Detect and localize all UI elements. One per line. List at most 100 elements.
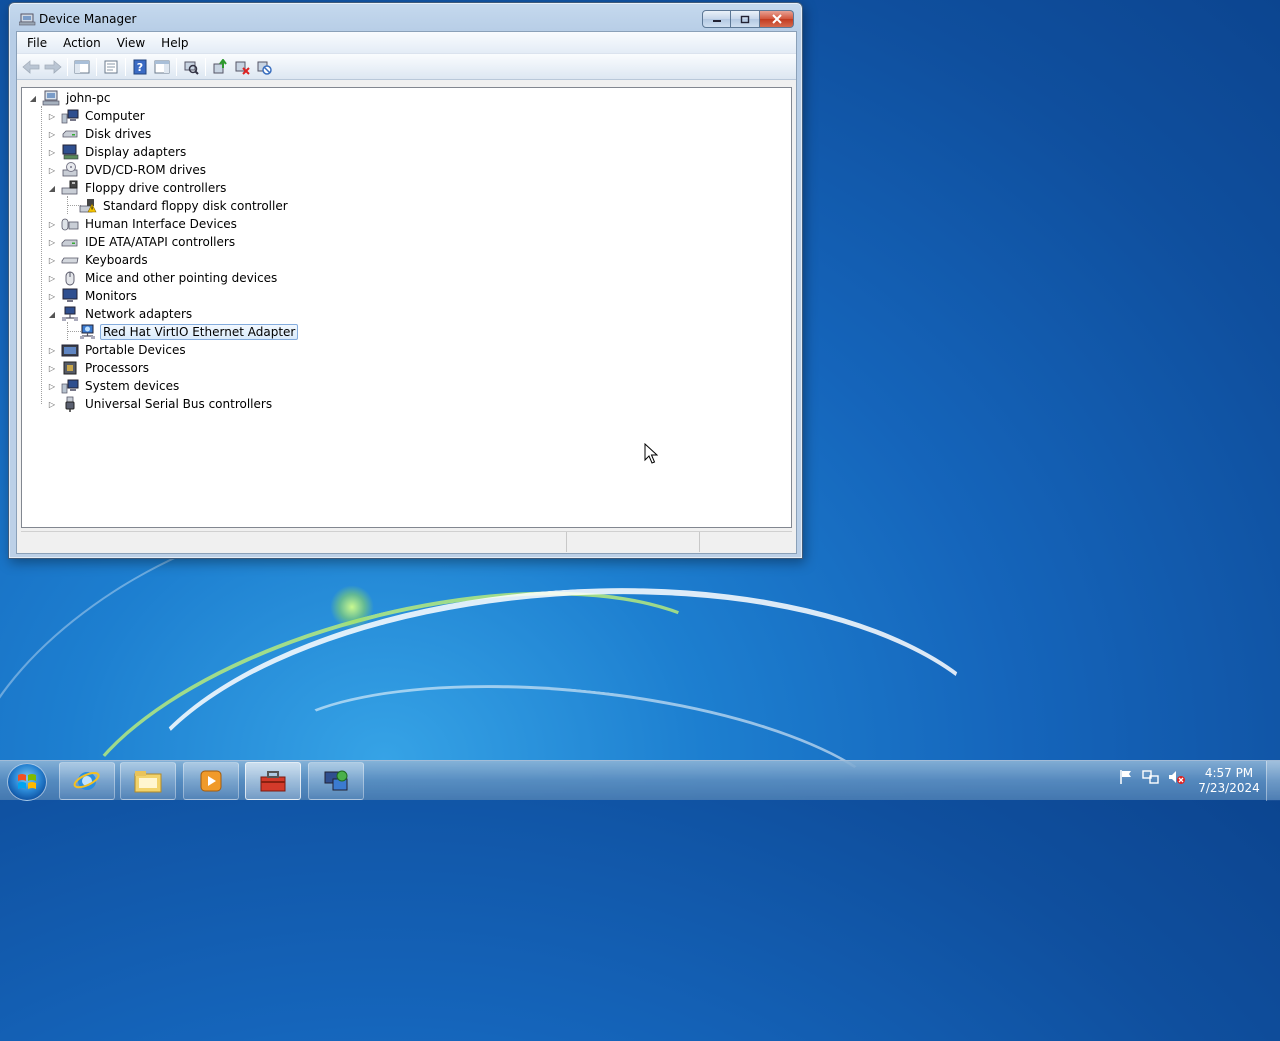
tree-node-processors[interactable]: ▷ Processors [47,359,152,377]
tree-node-monitors[interactable]: ▷ Monitors [47,287,140,305]
expand-arrow-icon[interactable]: ▷ [47,345,57,355]
svg-text:?: ? [137,61,143,74]
taskbar-media-player[interactable] [183,762,239,800]
disable-device-button[interactable] [253,57,275,77]
status-cell [21,532,567,552]
tree-node-portable-devices[interactable]: ▷ Portable Devices [47,341,189,359]
tree-node-computer[interactable]: ▷ Computer [47,107,148,125]
tree-device-floppy-disk-controller[interactable]: Standard floppy disk controller [75,197,291,215]
taskbar-network-sharing[interactable] [308,762,364,800]
menu-file[interactable]: File [19,34,55,52]
toolbar-separator [205,57,206,76]
media-player-icon [200,770,222,792]
network-icon[interactable] [1142,769,1160,785]
tree-node-network-adapters[interactable]: ◢ Network adapters [47,305,195,323]
menu-action[interactable]: Action [55,34,109,52]
properties-button[interactable] [100,57,122,77]
toolbar-separator [125,57,126,76]
tree-node-ide-controllers[interactable]: ▷ IDE ATA/ATAPI controllers [47,233,238,251]
collapse-arrow-icon[interactable]: ◢ [47,183,57,193]
tree-node-hid[interactable]: ▷ Human Interface Devices [47,215,240,233]
tree-node-label: System devices [85,379,180,393]
volume-muted-icon[interactable] [1168,769,1186,785]
window-title: Device Manager [39,12,137,26]
expand-arrow-icon[interactable]: ▷ [47,129,57,139]
expand-arrow-icon[interactable]: ▷ [47,381,57,391]
update-driver-icon [213,58,227,73]
tree-node-label: Network adapters [85,307,193,321]
computer-root-icon [42,90,60,106]
toolbar-separator [96,57,97,76]
tree-node-usb-controllers[interactable]: ▷ Universal Serial Bus controllers [47,395,275,413]
scan-hardware-button[interactable] [180,57,202,77]
disable-device-icon [257,61,272,75]
close-icon [771,14,782,24]
tree-node-keyboards[interactable]: ▷ Keyboards [47,251,151,269]
minimize-button[interactable] [702,10,731,28]
expand-arrow-icon[interactable]: ▷ [47,165,57,175]
tree-node-label: Disk drives [85,127,152,141]
processor-icon [61,360,79,376]
expand-arrow-icon[interactable]: ▷ [47,399,57,409]
computer-icon [61,108,79,124]
expand-arrow-icon[interactable]: ▷ [47,363,57,373]
maximize-button[interactable] [731,10,760,28]
tree-root[interactable]: ◢ john-pc [28,89,113,107]
mouse-cursor-icon [644,443,658,464]
properties-icon [104,60,118,73]
tree-node-mice[interactable]: ▷ Mice and other pointing devices [47,269,280,287]
update-driver-button[interactable] [209,57,231,77]
show-desktop-button[interactable] [1266,761,1280,801]
start-button[interactable] [7,763,47,801]
tree-device-virtio-ethernet[interactable]: Red Hat VirtIO Ethernet Adapter [75,323,299,341]
maximize-icon [740,15,750,23]
taskbar-internet-explorer[interactable] [59,762,115,800]
expand-arrow-icon[interactable]: ▷ [47,219,57,229]
portable-device-icon [61,342,79,358]
tree-node-display-adapters[interactable]: ▷ Display adapters [47,143,189,161]
clock-date: 7/23/2024 [1198,781,1260,795]
collapse-arrow-icon[interactable]: ◢ [47,309,57,319]
uninstall-button[interactable] [231,57,253,77]
taskbar-clock[interactable]: 4:57 PM 7/23/2024 [1195,766,1263,796]
tree-node-floppy-controllers[interactable]: ◢ Floppy drive controllers [47,179,229,197]
display-adapter-icon [61,144,79,160]
close-button[interactable] [760,10,794,28]
title-bar[interactable]: Device Manager [9,3,802,33]
taskbar-toolbox[interactable] [245,762,301,800]
dvd-drive-icon [61,162,79,178]
menu-bar: File Action View Help [17,32,796,54]
menu-view[interactable]: View [109,34,153,52]
tree-node-label: Human Interface Devices [85,217,237,231]
toolbar-separator [176,57,177,76]
help-button[interactable]: ? [129,57,151,77]
forward-button[interactable] [42,57,64,77]
back-arrow-icon [22,59,40,74]
console-tree-button[interactable] [71,57,93,77]
help-icon: ? [133,59,147,74]
tree-node-disk-drives[interactable]: ▷ Disk drives [47,125,154,143]
expand-arrow-icon[interactable]: ▷ [47,255,57,265]
expand-arrow-icon[interactable]: ▷ [47,147,57,157]
back-button[interactable] [20,57,42,77]
status-cell [700,532,790,552]
expand-arrow-icon[interactable]: ▷ [47,291,57,301]
toolbar-separator [67,57,68,76]
expand-arrow-icon[interactable]: ▷ [47,273,57,283]
expand-arrow-icon[interactable]: ▷ [47,237,57,247]
tree-node-system-devices[interactable]: ▷ System devices [47,377,182,395]
collapse-arrow-icon[interactable]: ◢ [28,93,38,103]
taskbar-file-explorer[interactable] [120,762,176,800]
expand-arrow-icon[interactable]: ▷ [47,111,57,121]
forward-arrow-icon [44,59,62,74]
internet-explorer-icon [73,771,100,790]
tree-node-dvd-drives[interactable]: ▷ DVD/CD-ROM drives [47,161,209,179]
scan-hardware-icon [184,61,199,75]
action-pane-button[interactable] [151,57,173,77]
window-client: File Action View Help ? ◢ john-pc ▷ Comp… [16,31,797,554]
tree-node-label: DVD/CD-ROM drives [85,163,207,177]
device-tree-pane[interactable]: ◢ john-pc ▷ Computer ▷ Disk drives ▷ Dis… [21,87,792,528]
menu-help[interactable]: Help [153,34,196,52]
clock-time: 4:57 PM [1204,766,1254,780]
action-center-flag-icon[interactable] [1118,769,1134,785]
